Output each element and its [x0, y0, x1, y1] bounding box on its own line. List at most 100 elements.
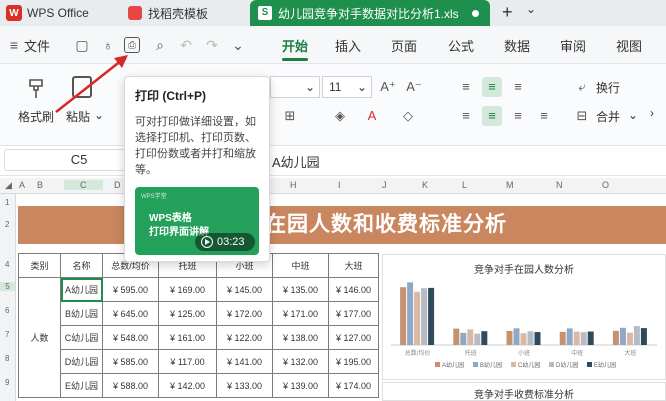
chart-bar[interactable]	[633, 326, 640, 345]
col-O[interactable]: O	[602, 180, 609, 190]
category-cell[interactable]: 人数	[18, 277, 61, 398]
merge-cells-icon[interactable]: ⊟	[572, 106, 592, 126]
table-cell-selected[interactable]: A幼儿园	[60, 277, 103, 302]
table-cell[interactable]: ¥ 142.00	[158, 373, 217, 398]
table-cell[interactable]: ¥ 588.00	[102, 373, 159, 398]
col-M[interactable]: M	[506, 180, 514, 190]
more-chevron-icon[interactable]: ⌄	[230, 37, 246, 53]
chart-bar[interactable]	[626, 332, 633, 345]
table-cell[interactable]: ¥ 138.00	[272, 325, 329, 350]
chart-bar[interactable]	[506, 330, 513, 345]
chart-bar[interactable]	[481, 331, 488, 345]
chart-enrollment[interactable]: 竞争对手在园人数分析 总数/均价 托班 小班 中班 大班 A幼儿园 B幼儿园 C幼儿园 D幼儿园…	[382, 254, 666, 380]
chart-bar[interactable]	[400, 287, 407, 345]
clear-format-icon[interactable]: ◇	[398, 106, 418, 126]
table-cell[interactable]: ¥ 171.00	[272, 301, 329, 326]
row-5[interactable]: 5	[0, 282, 15, 291]
chart-bar[interactable]	[467, 329, 474, 345]
align-left-icon[interactable]: ≡	[456, 106, 476, 126]
col-D[interactable]: D	[114, 180, 121, 190]
chart-bar[interactable]	[513, 328, 520, 345]
select-all-icon[interactable]: ◢	[5, 180, 12, 191]
tutorial-video[interactable]: WPS学堂 WPS表格 打印界面讲解 03:23	[135, 187, 259, 255]
format-painter-label[interactable]: 格式刷	[18, 108, 54, 125]
menu-file[interactable]: 文件	[24, 36, 50, 55]
chart-bar[interactable]	[474, 333, 481, 345]
table-cell[interactable]: ¥ 172.00	[216, 301, 273, 326]
chart-bar[interactable]	[460, 332, 467, 345]
sheet-title[interactable]: 竞争对手在园人数和收费标准分析	[18, 206, 666, 244]
chart-bar[interactable]	[612, 330, 619, 345]
row-9[interactable]: 9	[5, 378, 9, 387]
row-8[interactable]: 8	[5, 354, 9, 363]
hamburger-icon[interactable]: ≡	[6, 37, 22, 53]
redo-icon[interactable]: ↷	[204, 37, 220, 53]
wrap-text-label[interactable]: 换行	[596, 79, 620, 96]
col-H[interactable]: H	[290, 180, 297, 190]
tab-wps-office[interactable]: W WPS Office	[0, 0, 118, 26]
ribbon-scroll-icon[interactable]: ›	[650, 106, 654, 120]
header-cell[interactable]: 名称	[60, 253, 103, 278]
table-cell[interactable]: ¥ 117.00	[158, 349, 217, 374]
format-painter-icon[interactable]	[26, 76, 50, 98]
col-I[interactable]: I	[338, 180, 341, 190]
row-2[interactable]: 2	[5, 220, 9, 229]
chart-bar[interactable]	[580, 332, 587, 345]
font-color-icon[interactable]: A	[362, 106, 382, 126]
header-cell[interactable]: 类别	[18, 253, 61, 278]
border-icon[interactable]: ⊞	[280, 106, 300, 126]
decrease-font-icon[interactable]: A⁻	[404, 77, 424, 97]
col-K[interactable]: K	[422, 180, 428, 190]
fill-color-icon[interactable]: ◈	[330, 106, 350, 126]
row-4[interactable]: 4	[5, 260, 9, 269]
table-cell[interactable]: C幼儿园	[60, 325, 103, 350]
row-1[interactable]: 1	[5, 198, 9, 207]
tab-formula[interactable]: 公式	[448, 36, 474, 55]
chart-bar[interactable]	[587, 331, 594, 345]
chart-fees[interactable]: 竞争对手收费标准分析	[382, 382, 666, 401]
header-cell[interactable]: 中班	[272, 253, 329, 278]
chart-bar[interactable]	[640, 328, 647, 345]
video-duration-pill[interactable]: 03:23	[195, 233, 255, 251]
font-name-select[interactable]: ⌄	[270, 76, 320, 98]
col-L[interactable]: L	[462, 180, 467, 190]
new-tab-button[interactable]: +	[502, 2, 513, 23]
table-cell[interactable]: ¥ 122.00	[216, 325, 273, 350]
table-cell[interactable]: ¥ 135.00	[272, 277, 329, 302]
align-top-icon[interactable]: ≡	[456, 77, 476, 97]
chart-bar[interactable]	[407, 282, 414, 345]
merge-label[interactable]: 合并	[596, 108, 620, 125]
col-B[interactable]: B	[37, 180, 43, 190]
wrap-text-icon[interactable]: ⤶	[572, 77, 592, 97]
table-cell[interactable]: ¥ 548.00	[102, 325, 159, 350]
tab-data[interactable]: 数据	[504, 36, 530, 55]
table-cell[interactable]: ¥ 645.00	[102, 301, 159, 326]
table-cell[interactable]: ¥ 127.00	[328, 325, 379, 350]
chart-bar[interactable]	[453, 328, 460, 345]
chart-bar[interactable]	[421, 288, 428, 345]
tab-list-chevron-icon[interactable]: ⌄	[526, 2, 536, 16]
align-right-icon[interactable]: ≡	[508, 106, 528, 126]
col-J[interactable]: J	[382, 180, 387, 190]
tab-insert[interactable]: 插入	[335, 36, 361, 55]
chart-bar[interactable]	[559, 331, 566, 345]
table-cell[interactable]: ¥ 145.00	[216, 277, 273, 302]
formula-input[interactable]: A幼儿园	[272, 152, 320, 171]
col-A[interactable]: A	[19, 180, 25, 190]
table-cell[interactable]: ¥ 146.00	[328, 277, 379, 302]
row-6[interactable]: 6	[5, 306, 9, 315]
font-size-select[interactable]: 11 ⌄	[322, 76, 372, 98]
table-cell[interactable]: ¥ 125.00	[158, 301, 217, 326]
print-preview-icon[interactable]: ⌕	[152, 37, 168, 53]
increase-font-icon[interactable]: A⁺	[378, 77, 398, 97]
table-cell[interactable]: ¥ 595.00	[102, 277, 159, 302]
tab-page[interactable]: 页面	[391, 36, 417, 55]
chart-bar[interactable]	[619, 327, 626, 345]
tab-document[interactable]: S 幼儿园竞争对手数据对比分析1.xls	[250, 0, 490, 26]
chart-bar[interactable]	[414, 291, 421, 345]
chart-bar[interactable]	[566, 328, 573, 345]
header-cell[interactable]: 大班	[328, 253, 379, 278]
row-7[interactable]: 7	[5, 330, 9, 339]
chart-bar[interactable]	[520, 333, 527, 345]
tab-start[interactable]: 开始	[282, 36, 308, 55]
